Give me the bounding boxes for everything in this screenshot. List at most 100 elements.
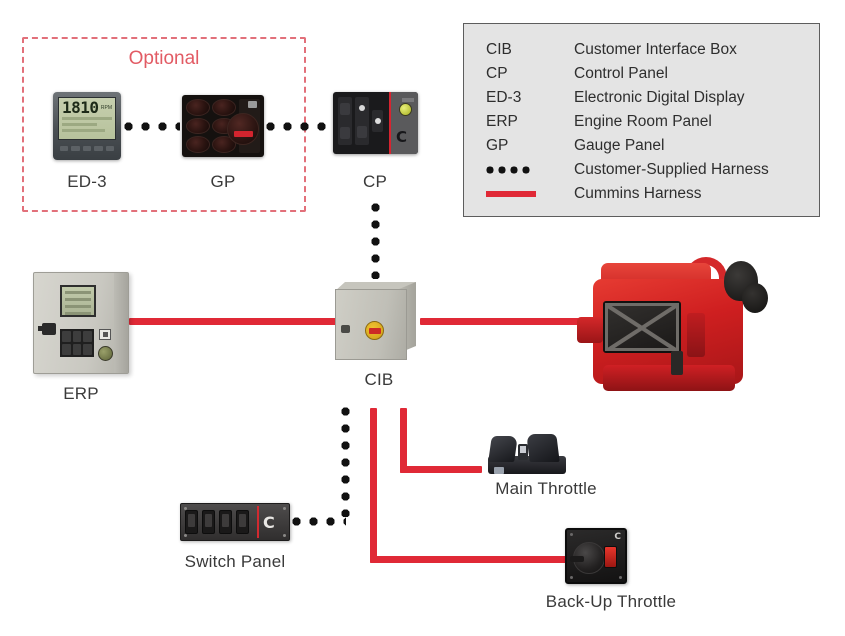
- label-cib: CIB: [364, 370, 394, 389]
- erp-keypad[interactable]: [60, 329, 94, 357]
- erp-door-edge: [114, 273, 128, 373]
- legend-row: Customer-Supplied Harness: [464, 158, 819, 181]
- cummins-logo-icon: C: [614, 532, 621, 542]
- legend-value: Engine Room Panel: [574, 112, 712, 130]
- legend-value: Cummins Harness: [574, 184, 702, 202]
- label-switch-panel: Switch Panel: [184, 552, 286, 571]
- ed3-text-rows: [62, 117, 112, 135]
- legend-key: CIB: [486, 40, 512, 58]
- cp-button[interactable]: [372, 110, 383, 132]
- gauge-icon: [212, 99, 236, 116]
- rocker-switch[interactable]: [202, 510, 215, 534]
- legend-key: [486, 165, 574, 174]
- tachometer-icon: [227, 113, 259, 145]
- panel-screw-icon: [283, 507, 286, 510]
- dotted-harness-swatch-icon: [486, 165, 532, 174]
- panel-screw-icon: [619, 576, 622, 579]
- engine-accessory: [687, 313, 705, 357]
- engine-oil-pan: [603, 365, 735, 391]
- cp-indicator-led-icon: [399, 103, 412, 116]
- device-gauge-panel[interactable]: [182, 95, 264, 157]
- panel-screw-icon: [570, 576, 573, 579]
- throttle-center-control[interactable]: [518, 444, 528, 460]
- harness-cib-to-backup-throttle-vertical: [370, 408, 377, 563]
- cummins-logo-icon: C: [263, 512, 275, 532]
- device-main-throttle[interactable]: [480, 434, 572, 476]
- legend-row: ED-3 Electronic Digital Display: [464, 86, 819, 109]
- control-panel-display-area: C: [391, 92, 418, 154]
- label-ed3: ED-3: [67, 172, 107, 191]
- harness-to-backup-throttle: [370, 556, 568, 563]
- legend-value: Customer-Supplied Harness: [574, 160, 769, 178]
- engine-front-mount: [577, 317, 603, 343]
- switch-panel-red-divider: [257, 506, 259, 538]
- engine-accessory-dark: [671, 351, 683, 375]
- backup-throttle-dial[interactable]: [570, 542, 605, 574]
- ed3-unit: RPM: [100, 105, 112, 111]
- legend-key: GP: [486, 136, 509, 154]
- erp-selector-knob[interactable]: [98, 346, 113, 361]
- label-cp: CP: [362, 172, 388, 191]
- harness-to-main-throttle: [400, 466, 482, 473]
- device-ed3[interactable]: 1810 RPM: [53, 92, 121, 160]
- backup-throttle-red-button[interactable]: [604, 546, 617, 568]
- device-switch-panel[interactable]: C: [180, 503, 290, 541]
- harness-cib-to-engine: [420, 318, 600, 325]
- legend-value: Gauge Panel: [574, 136, 665, 154]
- legend-key: CP: [486, 64, 508, 82]
- gauge-panel-right: [227, 99, 260, 153]
- rocker-switch[interactable]: [219, 510, 232, 534]
- legend-value: Customer Interface Box: [574, 40, 737, 58]
- cummins-logo-icon: C: [396, 128, 408, 146]
- legend-row: GP Gauge Panel: [464, 134, 819, 157]
- legend-box: CIB Customer Interface Box CP Control Pa…: [463, 23, 820, 217]
- legend-key: ED-3: [486, 88, 522, 106]
- label-gp: GP: [210, 172, 236, 191]
- ed3-value: 1810: [62, 98, 99, 117]
- erp-disconnect-knob[interactable]: [38, 323, 56, 335]
- device-backup-throttle[interactable]: C: [565, 528, 627, 584]
- rocker-switch[interactable]: [236, 510, 249, 534]
- throttle-lever-left[interactable]: [488, 436, 518, 462]
- cp-switch-mid[interactable]: [355, 97, 369, 145]
- panel-screw-icon: [184, 534, 187, 537]
- optional-label: Optional: [128, 48, 200, 69]
- panel-screw-icon: [570, 533, 573, 536]
- diagram-canvas: Optional CIB Customer Interface Box CP C…: [0, 0, 845, 636]
- erp-indicator: [99, 329, 111, 340]
- ed3-screen: 1810 RPM: [58, 97, 116, 140]
- cib-latch-icon: [341, 325, 350, 333]
- harness-cib-to-switchpanel-vertical: [341, 407, 350, 517]
- harness-erp-to-cib: [129, 318, 341, 325]
- gauge-icon: [186, 117, 210, 135]
- legend-value: Control Panel: [574, 64, 668, 82]
- engine-turbo-outlet-icon: [742, 283, 768, 313]
- gauge-panel-chip-icon: [248, 101, 257, 108]
- legend-row: CP Control Panel: [464, 62, 819, 85]
- rocker-switch[interactable]: [185, 510, 198, 534]
- throttle-mount-foot: [494, 467, 504, 474]
- device-erp[interactable]: [33, 272, 129, 374]
- control-panel-switch-area[interactable]: [333, 92, 389, 154]
- cib-front-face: [335, 289, 407, 360]
- legend-row: CIB Customer Interface Box: [464, 38, 819, 61]
- device-control-panel[interactable]: C: [333, 92, 418, 154]
- device-engine: [575, 255, 770, 400]
- label-main-throttle: Main Throttle: [495, 479, 597, 498]
- label-erp: ERP: [63, 384, 99, 403]
- erp-display: [60, 285, 96, 317]
- panel-screw-icon: [283, 534, 286, 537]
- solid-harness-swatch-icon: [486, 190, 536, 197]
- cp-switch-left[interactable]: [338, 97, 352, 145]
- harness-gp-to-cp: [266, 122, 332, 131]
- legend-value: Electronic Digital Display: [574, 88, 745, 106]
- label-backup-throttle: Back-Up Throttle: [545, 592, 677, 611]
- harness-cp-to-cib: [371, 203, 380, 279]
- legend-row: ERP Engine Room Panel: [464, 110, 819, 133]
- device-cib[interactable]: [335, 282, 423, 360]
- cp-bar-icon: [402, 98, 414, 102]
- gauge-icon: [186, 99, 210, 116]
- cib-rotary-switch-icon[interactable]: [365, 321, 384, 340]
- ed3-button-row[interactable]: [58, 146, 116, 151]
- throttle-lever-right[interactable]: [526, 434, 560, 462]
